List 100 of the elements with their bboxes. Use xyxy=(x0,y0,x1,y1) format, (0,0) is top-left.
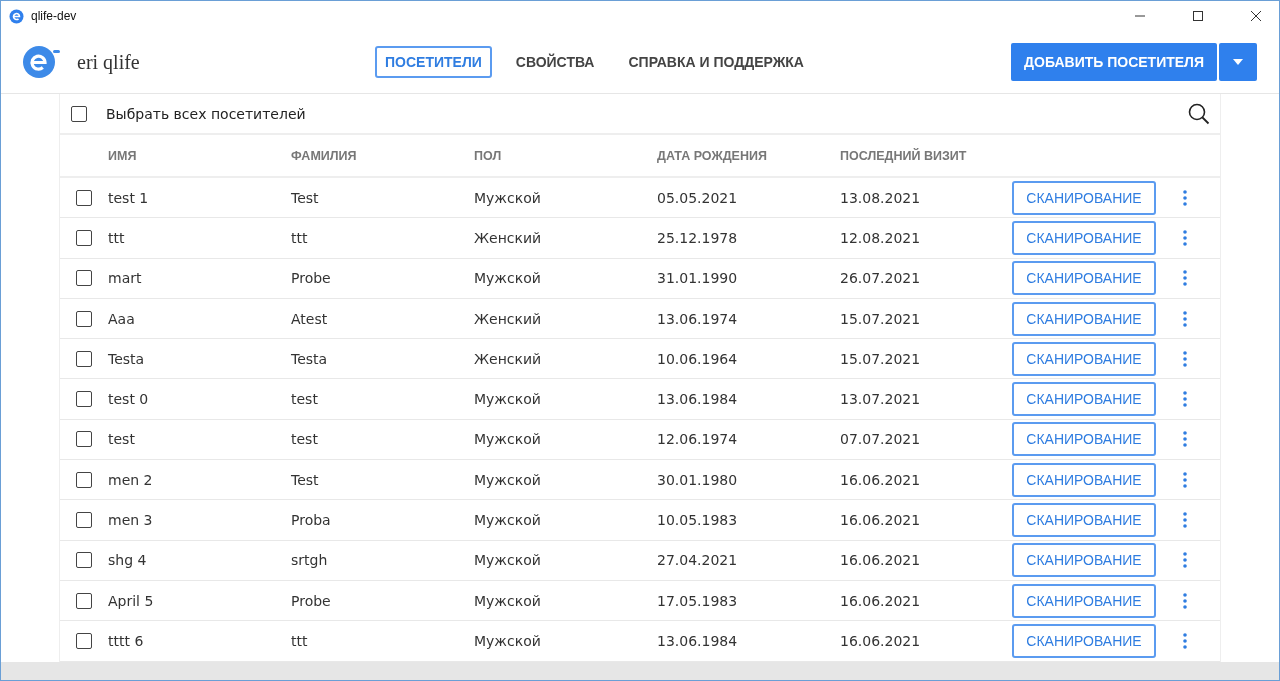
scan-button[interactable]: СКАНИРОВАНИЕ xyxy=(1012,382,1156,417)
search-icon[interactable] xyxy=(1188,102,1210,125)
more-options-icon[interactable] xyxy=(1183,270,1187,287)
more-options-icon[interactable] xyxy=(1183,229,1187,246)
table-cell-text: 13.08.2021 xyxy=(840,189,922,206)
scan-button[interactable]: СКАНИРОВАНИЕ xyxy=(1012,503,1156,537)
scan-button[interactable]: СКАНИРОВАНИЕ xyxy=(1012,301,1156,336)
close-icon[interactable] xyxy=(1250,10,1262,22)
table-cell-text: Test xyxy=(291,471,320,488)
more-options-icon[interactable] xyxy=(1183,391,1187,408)
checkbox[interactable] xyxy=(76,552,92,569)
table-cell-text: Мужской xyxy=(474,632,542,649)
more-options-icon[interactable] xyxy=(1183,310,1187,327)
checkbox[interactable] xyxy=(71,105,87,122)
more-options-icon[interactable] xyxy=(1183,632,1187,649)
checkbox[interactable] xyxy=(76,189,92,206)
more-options-icon[interactable] xyxy=(1183,512,1187,528)
checkbox[interactable] xyxy=(76,512,92,528)
scan-button[interactable]: СКАНИРОВАНИЕ xyxy=(1012,623,1156,658)
table-cell-text: Мужской xyxy=(474,512,542,528)
app-logo-icon xyxy=(23,45,61,79)
scan-button[interactable]: СКАНИРОВАНИЕ xyxy=(1012,220,1156,255)
table-cell-text: Женский xyxy=(474,310,543,327)
scan-button[interactable]: СКАНИРОВАНИЕ xyxy=(1012,341,1156,376)
table-cell-text: test xyxy=(291,431,319,448)
table-cell-text: mart xyxy=(108,270,143,287)
scan-button[interactable]: СКАНИРОВАНИЕ xyxy=(1012,261,1156,296)
caret-icon xyxy=(1233,59,1243,65)
table-cell-text: ttt xyxy=(291,632,309,649)
table-cell-text: 13.07.2021 xyxy=(840,391,922,408)
table-cell-text: Testa xyxy=(108,350,146,367)
table-cell-text: tttt 6 xyxy=(108,632,145,649)
nav-tab[interactable]: СВОЙСТВА xyxy=(505,46,605,78)
table-cell-text: 30.01.1980 xyxy=(657,471,739,488)
checkbox[interactable] xyxy=(76,471,92,488)
scan-button[interactable]: СКАНИРОВАНИЕ xyxy=(1012,180,1156,215)
table-cell-text: 13.06.1984 xyxy=(657,391,739,408)
table-cell-text: 10.06.1964 xyxy=(657,350,739,367)
table-cell-text: 07.07.2021 xyxy=(840,431,922,448)
table-cell-text: Мужской xyxy=(474,431,542,448)
scan-button[interactable]: СКАНИРОВАНИЕ xyxy=(1012,583,1156,618)
scan-button[interactable]: СКАНИРОВАНИЕ xyxy=(1012,462,1156,497)
scan-button[interactable]: СКАНИРОВАНИЕ xyxy=(1012,422,1156,457)
column-header: ИМЯ xyxy=(108,148,138,163)
table-cell-text: Proba xyxy=(291,512,332,528)
more-options-icon[interactable] xyxy=(1183,592,1187,609)
table-cell-text: test 1 xyxy=(108,189,150,206)
checkbox[interactable] xyxy=(76,350,92,367)
nav-tab[interactable]: ПОСЕТИТЕЛИ xyxy=(375,46,492,78)
horizontal-scrollbar[interactable] xyxy=(1,662,1279,680)
table-cell-text: 16.06.2021 xyxy=(840,592,922,609)
table-cell-text: 16.06.2021 xyxy=(840,632,922,649)
column-header: ДАТА РОЖДЕНИЯ xyxy=(657,148,768,163)
add-visitor-button[interactable]: ДОБАВИТЬ ПОСЕТИТЕЛЯ xyxy=(1011,43,1217,81)
table-cell-text: Мужской xyxy=(474,592,542,609)
table-cell-text: Probe xyxy=(291,270,332,287)
table-cell-text: Probe xyxy=(291,592,332,609)
scan-button[interactable]: СКАНИРОВАНИЕ xyxy=(1012,543,1156,578)
column-header: ПОЛ xyxy=(474,148,503,163)
table-cell-text: Мужской xyxy=(474,471,542,488)
table-cell-text: ttt xyxy=(291,229,309,246)
table-cell-text: 12.06.1974 xyxy=(657,431,739,448)
table-cell-text: 12.08.2021 xyxy=(840,229,922,246)
table-cell-text: 10.05.1983 xyxy=(657,512,739,528)
checkbox[interactable] xyxy=(76,592,92,609)
checkbox[interactable] xyxy=(76,229,92,246)
column-header: ФАМИЛИЯ xyxy=(291,148,358,163)
table-cell-text: shg 4 xyxy=(108,552,148,569)
table-cell-text: test 0 xyxy=(108,391,150,408)
table-cell-text: Женский xyxy=(474,229,543,246)
more-options-icon[interactable] xyxy=(1183,350,1187,367)
more-options-icon[interactable] xyxy=(1183,471,1187,488)
checkbox[interactable] xyxy=(76,270,92,287)
checkbox[interactable] xyxy=(76,310,92,327)
table-cell-text: Мужской xyxy=(474,391,542,408)
checkbox[interactable] xyxy=(76,632,92,649)
table-cell-text: 27.04.2021 xyxy=(657,552,739,569)
table-cell-text: 17.05.1983 xyxy=(657,592,739,609)
nav-tab[interactable]: СПРАВКА И ПОДДЕРЖКА xyxy=(618,46,814,78)
table-cell-text: ttt xyxy=(108,229,126,246)
table-cell-text: Atest xyxy=(291,310,329,327)
table-cell-text: 13.06.1984 xyxy=(657,632,739,649)
table-cell-text: 16.06.2021 xyxy=(840,471,922,488)
table-cell-text: 26.07.2021 xyxy=(840,270,922,287)
table-cell-text: 16.06.2021 xyxy=(840,512,922,528)
checkbox[interactable] xyxy=(76,391,92,408)
table-cell-text: Aaa xyxy=(108,310,136,327)
table-cell-text: 13.06.1974 xyxy=(657,310,739,327)
column-header: ПОСЛЕДНИЙ ВИЗИТ xyxy=(840,148,968,163)
table-cell-text: 25.12.1978 xyxy=(657,229,739,246)
maximize-icon[interactable] xyxy=(1192,10,1204,22)
more-options-icon[interactable] xyxy=(1183,189,1187,206)
table-cell-text: April 5 xyxy=(108,592,155,609)
table-cell-text: Testa xyxy=(291,350,329,367)
more-options-icon[interactable] xyxy=(1183,431,1187,448)
checkbox[interactable] xyxy=(76,431,92,448)
dropdown-button[interactable] xyxy=(1219,43,1257,81)
more-options-icon[interactable] xyxy=(1183,552,1187,569)
table-cell-text: 15.07.2021 xyxy=(840,310,922,327)
table-cell-text: Мужской xyxy=(474,270,542,287)
